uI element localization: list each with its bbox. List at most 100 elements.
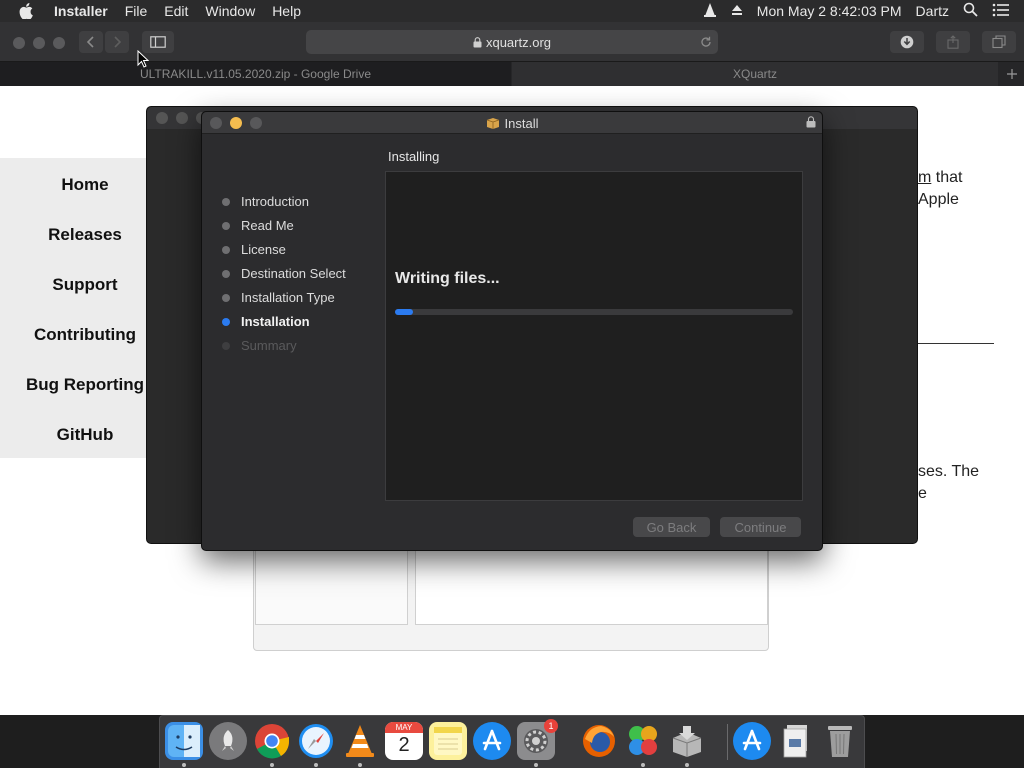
spotlight-search-icon[interactable] — [963, 2, 978, 20]
clover-icon — [629, 726, 657, 755]
tab-google-drive[interactable]: ULTRAKILL.v11.05.2020.zip - Google Drive — [0, 62, 511, 86]
vlc-icon — [346, 725, 374, 757]
dock-app-game[interactable] — [624, 722, 662, 760]
dock-app-firefox[interactable] — [580, 722, 618, 760]
sidebar-icon — [150, 36, 166, 48]
document-stack-icon — [783, 725, 807, 758]
step-dot — [222, 221, 230, 230]
nav-link-bug-reporting[interactable]: Bug Reporting — [0, 375, 170, 395]
dock-app-chrome[interactable] — [253, 722, 291, 760]
step-label: Installation Type — [241, 290, 335, 305]
menu-user[interactable]: Dartz — [916, 3, 949, 19]
mouse-pointer-icon — [137, 50, 149, 68]
forward-button[interactable] — [105, 31, 129, 53]
rocket-icon — [222, 730, 234, 751]
install-status-text: Writing files... — [395, 270, 500, 287]
running-indicator — [314, 763, 318, 767]
step-dot — [222, 197, 230, 206]
body-text-fragment: m that — [918, 169, 962, 187]
window-zoom-button[interactable] — [53, 37, 65, 49]
window-minimize-button[interactable] — [33, 37, 45, 49]
running-indicator — [641, 763, 645, 767]
app-store-icon — [742, 729, 762, 751]
nav-link-contributing[interactable]: Contributing — [0, 325, 170, 345]
lock-icon[interactable] — [806, 116, 816, 128]
menu-clock[interactable]: Mon May 2 8:42:03 PM — [757, 3, 902, 19]
installer-window: Install Installing Introduction Read Me … — [201, 111, 823, 551]
dock-trash[interactable] — [821, 722, 859, 760]
dock-app-finder[interactable] — [165, 722, 203, 760]
calendar-day: 2 — [398, 734, 410, 756]
nav-link-home[interactable]: Home — [0, 175, 170, 195]
step-label: Installation — [241, 314, 310, 329]
firefox-icon — [583, 725, 615, 757]
menu-edit[interactable]: Edit — [164, 3, 188, 19]
nav-link-support[interactable]: Support — [0, 275, 170, 295]
menu-app-name[interactable]: Installer — [54, 3, 108, 19]
installer-icon — [672, 726, 702, 757]
dock-app-launchpad[interactable] — [209, 722, 247, 760]
tab-overview-button[interactable] — [982, 31, 1016, 53]
step-summary: Summary — [222, 338, 297, 353]
back-button[interactable] — [79, 31, 103, 53]
nav-link-releases[interactable]: Releases — [0, 225, 170, 245]
body-text-fragment: Apple — [918, 191, 959, 208]
dock-app-notes[interactable] — [429, 722, 467, 760]
dock-item-documents[interactable] — [777, 722, 815, 760]
step-installation-type: Installation Type — [222, 290, 335, 305]
install-content-panel: Writing files... — [385, 171, 803, 501]
tab-title: ULTRAKILL.v11.05.2020.zip - Google Drive — [139, 67, 371, 81]
continue-button[interactable]: Continue — [720, 517, 801, 537]
dock-item-applications[interactable] — [733, 722, 771, 760]
menu-file[interactable]: File — [125, 3, 148, 19]
dock-app-calendar[interactable]: MAY 2 — [385, 722, 423, 760]
running-indicator — [358, 763, 362, 767]
step-installation: Installation — [222, 314, 310, 329]
body-link[interactable]: m — [918, 169, 931, 186]
trash-icon — [828, 726, 852, 757]
body-text-fragment: e — [918, 485, 927, 502]
tab-xquartz[interactable]: XQuartz — [512, 62, 998, 86]
apple-menu-icon[interactable] — [19, 3, 39, 19]
nav-link-github[interactable]: GitHub — [0, 425, 170, 445]
section-heading: Installing — [388, 149, 440, 164]
chevron-left-icon — [86, 36, 94, 48]
chrome-icon — [255, 724, 290, 759]
progress-fill — [395, 309, 413, 315]
plus-icon — [1007, 69, 1017, 79]
step-license: License — [222, 242, 286, 257]
menu-window[interactable]: Window — [205, 3, 255, 19]
dock-app-installer[interactable] — [668, 722, 706, 760]
step-label: Introduction — [241, 194, 309, 209]
notification-center-icon[interactable] — [992, 3, 1010, 20]
background-pane — [255, 550, 408, 625]
divider — [918, 343, 994, 344]
dock-app-app-store[interactable] — [473, 722, 511, 760]
dock-app-safari[interactable] — [297, 722, 335, 760]
safari-icon — [299, 724, 333, 758]
step-introduction: Introduction — [222, 194, 309, 209]
eject-icon[interactable] — [731, 3, 743, 19]
go-back-button[interactable]: Go Back — [633, 517, 710, 537]
new-tab-button[interactable] — [1000, 62, 1024, 86]
downloads-button[interactable] — [890, 31, 924, 53]
notification-badge: 1 — [544, 719, 558, 733]
finder-icon — [168, 725, 200, 757]
share-button[interactable] — [936, 31, 970, 53]
step-dot — [222, 341, 230, 350]
tab-title: XQuartz — [732, 67, 777, 81]
step-label: Summary — [241, 338, 297, 353]
lock-icon — [473, 36, 482, 47]
window-close-button[interactable] — [156, 112, 168, 124]
window-minimize-button[interactable] — [176, 112, 188, 124]
download-icon — [900, 35, 914, 49]
menu-help[interactable]: Help — [272, 3, 301, 19]
vlc-status-icon[interactable] — [703, 2, 717, 21]
calendar-month: MAY — [385, 722, 423, 733]
step-label: Destination Select — [241, 266, 346, 281]
address-bar[interactable]: xquartz.org — [306, 30, 718, 54]
window-close-button[interactable] — [13, 37, 25, 49]
step-destination-select: Destination Select — [222, 266, 346, 281]
dock-app-vlc[interactable] — [341, 722, 379, 760]
reload-icon[interactable] — [700, 36, 712, 48]
